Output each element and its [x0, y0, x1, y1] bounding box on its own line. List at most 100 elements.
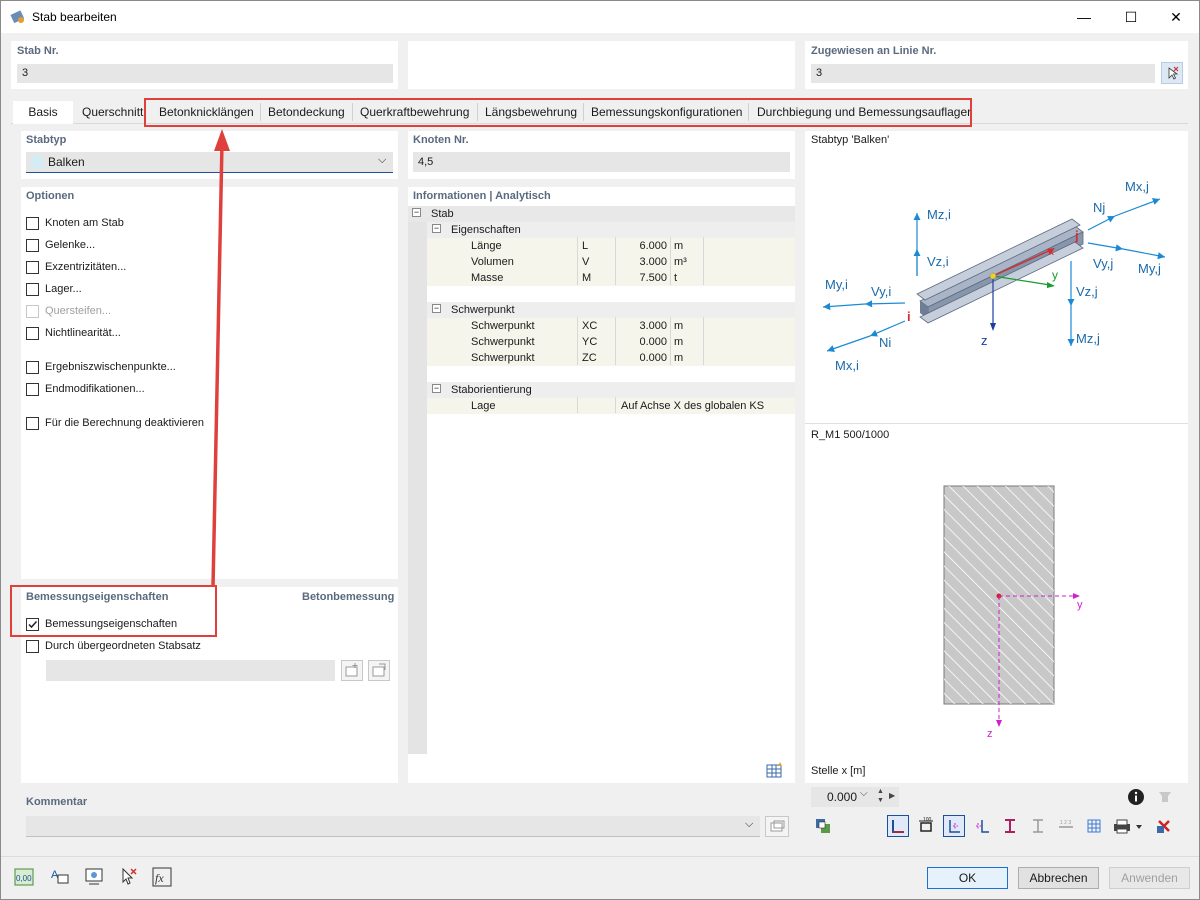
label-mxj: Mx,j [1125, 179, 1149, 194]
units-icon[interactable]: 0,00 [13, 866, 35, 888]
label-myj: My,j [1138, 261, 1161, 276]
maximize-button[interactable]: ☐ [1108, 1, 1154, 33]
title-bar: Stab bearbeiten — ☐ ✕ [1, 1, 1199, 33]
print-icon[interactable] [1109, 815, 1147, 837]
comment-dropdown[interactable]: ⌵ [26, 816, 760, 837]
checkbox-lager[interactable] [26, 283, 39, 296]
column-divider [615, 397, 616, 413]
axes-icon[interactable] [943, 815, 965, 837]
text-edit-icon[interactable]: A [49, 866, 71, 888]
stelle-stepper[interactable]: 0.000 ⌵ ▲ ▼ ▶ [811, 787, 899, 807]
info-icon[interactable] [1125, 786, 1147, 808]
checkbox-exzentrizitaeten[interactable] [26, 261, 39, 274]
measure-icon[interactable]: 1 2 3 [1055, 815, 1077, 837]
app-icon [10, 9, 26, 25]
member-set-field[interactable] [46, 660, 335, 681]
label-j: j [1074, 228, 1079, 243]
knoten-field[interactable]: 4,5 [413, 152, 790, 172]
chevron-down-icon: ⌵ [378, 154, 387, 166]
i-section-gray-icon[interactable] [1027, 815, 1049, 837]
column-divider [670, 317, 671, 365]
collapse-icon[interactable]: − [432, 384, 441, 393]
column-divider [670, 237, 671, 285]
pick-line-icon[interactable] [1161, 62, 1183, 84]
prop-value: 3.000 [639, 256, 667, 268]
svg-text:1 2 3: 1 2 3 [1060, 820, 1071, 826]
new-member-set-icon[interactable] [341, 660, 363, 681]
tree-root-row [408, 206, 795, 222]
label-mzj: Mz,j [1076, 331, 1100, 346]
info-panel: Informationen | Analytisch [408, 187, 795, 783]
play-icon[interactable]: ▶ [889, 791, 895, 800]
checkbox-gelenke[interactable] [26, 239, 39, 252]
centroid-symbol: YC [582, 336, 598, 348]
collapse-icon[interactable]: − [432, 304, 441, 313]
checkbox-endmodifikationen[interactable] [26, 383, 39, 396]
option-label: Lager... [45, 283, 82, 295]
option-label: Quersteifen... [45, 305, 112, 317]
spin-updown-icon[interactable]: ▲ ▼ [877, 787, 884, 805]
stelle-label: Stelle x [m] [811, 765, 866, 777]
comment-edit-icon[interactable] [765, 816, 789, 837]
bottom-divider [1, 856, 1199, 857]
centroid-symbol: ZC [582, 352, 597, 364]
apply-button[interactable]: Anwenden [1109, 867, 1190, 889]
diagram-title: Stabtyp 'Balken' [811, 134, 890, 146]
prop-value: 7.500 [639, 272, 667, 284]
prop-symbol: L [582, 240, 589, 252]
cancel-button[interactable]: Abbrechen [1018, 867, 1099, 889]
label-nj: Nj [1093, 200, 1105, 215]
chevron-down-icon: ⌵ [745, 818, 754, 830]
tree-eigenschaften: Eigenschaften [451, 224, 521, 236]
preview-divider [805, 423, 1188, 424]
assigned-line-field[interactable]: 3 [811, 64, 1155, 83]
tab-basis[interactable]: Basis [13, 101, 73, 124]
section-library-icon[interactable] [811, 814, 835, 838]
i-section-icon[interactable] [999, 815, 1021, 837]
highlight-arrow-icon [211, 129, 230, 588]
prop-name: Volumen [471, 256, 514, 268]
stelle-value: 0.000 [827, 790, 858, 804]
centroid-axes-icon[interactable] [971, 815, 993, 837]
checkbox-uebergeordnet[interactable] [26, 640, 39, 653]
tab-querschnitt[interactable]: Querschnitt [74, 101, 146, 124]
label-ni: Ni [879, 335, 891, 350]
table-export-icon[interactable] [763, 759, 787, 781]
close-button[interactable]: ✕ [1153, 1, 1199, 33]
prop-symbol: V [582, 256, 590, 268]
checkbox-knoten-am-stab[interactable] [26, 217, 39, 230]
option-label: Ergebniszwischenpunkte... [45, 361, 176, 373]
grid-icon[interactable] [1083, 815, 1105, 837]
settings-reset-icon[interactable] [1153, 815, 1175, 837]
prop-unit: t [674, 272, 678, 284]
formula-icon[interactable]: fx [151, 866, 173, 888]
label-mzi: Mz,i [927, 207, 951, 222]
centroid-unit: m [674, 352, 684, 364]
edit-member-set-icon[interactable] [368, 660, 390, 681]
lage-value: Auf Achse X des globalen KS [621, 400, 765, 412]
comment-label: Kommentar [26, 796, 88, 808]
minimize-button[interactable]: — [1061, 1, 1107, 33]
option-label: Exzentrizitäten... [45, 261, 127, 273]
dimensions-icon[interactable]: 100 [915, 815, 937, 837]
checkbox-nichtlinearitaet[interactable] [26, 327, 39, 340]
info-label: Informationen | Analytisch [413, 190, 551, 202]
collapse-icon[interactable]: − [432, 224, 441, 233]
chevron-down-icon[interactable]: ⌵ [860, 788, 868, 799]
member-number-panel: Stab Nr. 3 [11, 41, 398, 89]
graphic-selection-icon[interactable] [117, 866, 139, 888]
option-label: Nichtlinearität... [45, 327, 121, 339]
empty-top-panel [408, 41, 795, 89]
view-cross-section-icon[interactable] [887, 815, 909, 837]
checkbox-ergebniszwischenpunkte[interactable] [26, 361, 39, 374]
view-icon[interactable] [83, 866, 105, 888]
checkbox-deaktivieren[interactable] [26, 417, 39, 430]
centroid-unit: m [674, 320, 684, 332]
pin-icon[interactable] [1153, 786, 1177, 808]
checkbox-quersteifen[interactable] [26, 305, 39, 318]
collapse-icon[interactable]: − [412, 208, 421, 217]
tree-stab: Stab [431, 208, 454, 220]
member-number-field[interactable]: 3 [17, 64, 393, 83]
assigned-line-panel: Zugewiesen an Linie Nr. 3 [805, 41, 1188, 89]
ok-button[interactable]: OK [927, 867, 1008, 889]
